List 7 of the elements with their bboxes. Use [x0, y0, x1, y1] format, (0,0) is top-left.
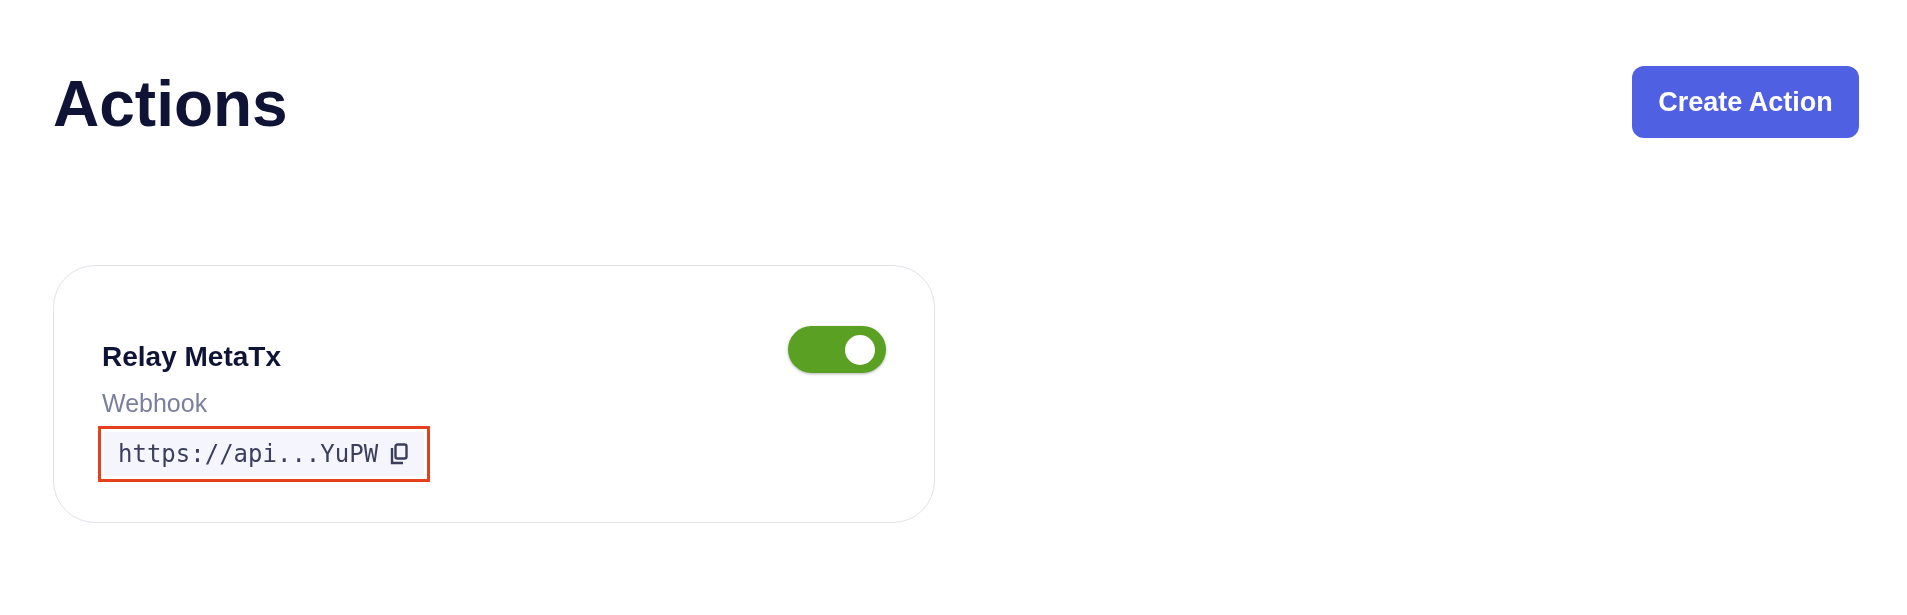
webhook-url: https://api...YuPW — [118, 440, 379, 468]
action-name: Relay MetaTx — [102, 341, 281, 373]
copy-icon[interactable] — [388, 442, 411, 466]
toggle-switch[interactable] — [788, 325, 886, 373]
create-action-button[interactable]: Create Action — [1632, 66, 1859, 138]
page-title: Actions — [53, 67, 288, 140]
webhook-label: Webhook — [102, 389, 208, 418]
